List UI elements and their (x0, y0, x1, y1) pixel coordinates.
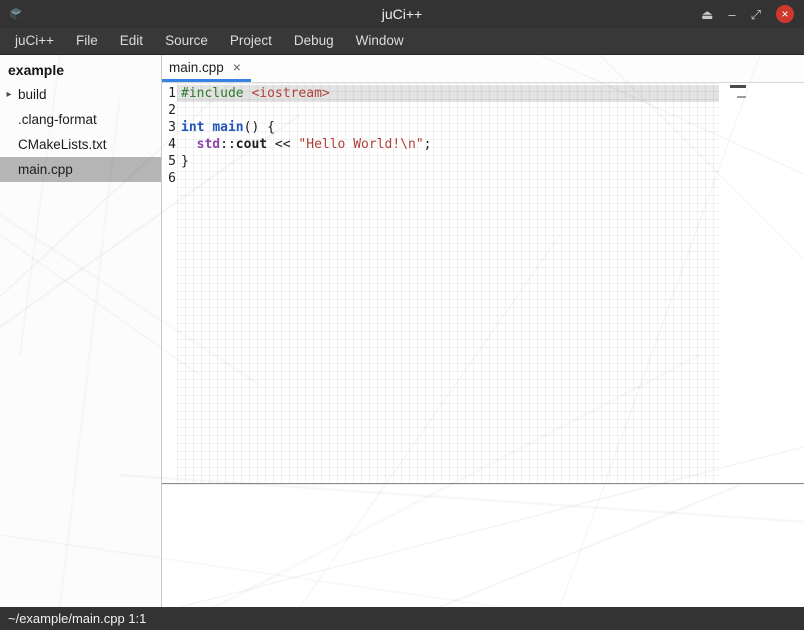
project-root-label: example (0, 55, 161, 82)
code-token: "Hello World!\n" (298, 137, 423, 152)
titlebar: juCi++ ⏏ – ⤢ × (0, 0, 804, 28)
code-line-5[interactable]: } (177, 153, 719, 170)
code-token: <iostream> (251, 86, 329, 101)
window-controls: ⏏ – ⤢ × (701, 5, 794, 23)
file-tree: example ▸build .clang-format CMakeLists.tx… (0, 55, 162, 607)
tree-item-cmakelists-txt[interactable]: CMakeLists.txt (0, 132, 161, 157)
window-title: juCi++ (382, 6, 422, 22)
tabbar: main.cpp × (162, 55, 804, 83)
line-number-gutter: 123456 (162, 83, 176, 483)
code-token: #include (181, 86, 244, 101)
main-area: main.cpp × 123456 #include <iostream>int… (162, 55, 804, 607)
app-logo-icon (8, 6, 24, 22)
tab-label: main.cpp (169, 60, 224, 75)
close-button[interactable]: × (776, 5, 794, 23)
restore-button[interactable]: ⤢ (751, 8, 761, 21)
menu-project[interactable]: Project (219, 28, 283, 54)
tree-item-label: build (18, 87, 47, 102)
statusbar: ~/example/main.cpp 1:1 (0, 607, 804, 630)
code-line-1[interactable]: #include <iostream> (177, 85, 719, 102)
code-token: cout (236, 137, 267, 152)
line-number: 4 (162, 136, 176, 153)
minimize-button[interactable]: – (728, 8, 735, 21)
code-token (181, 137, 197, 152)
code-token: main (212, 120, 243, 135)
tab-main-cpp[interactable]: main.cpp × (162, 55, 251, 82)
code-token: :: (220, 137, 236, 152)
output-panel[interactable] (162, 485, 804, 607)
code-token: ; (424, 137, 432, 152)
code-token: std (197, 137, 220, 152)
menu-file[interactable]: File (65, 28, 109, 54)
menu-debug[interactable]: Debug (283, 28, 345, 54)
code-token: << (267, 137, 298, 152)
file-tree-items: ▸build .clang-format CMakeLists.txt main.cp… (0, 82, 161, 182)
code-line-6[interactable] (177, 170, 719, 187)
menubar: juCi++FileEditSourceProjectDebugWindow (0, 28, 804, 55)
code-editor[interactable]: 123456 #include <iostream>int main() { s… (162, 83, 804, 483)
code-line-2[interactable] (177, 102, 719, 119)
tree-item-label: CMakeLists.txt (18, 137, 107, 152)
overview-mark (730, 85, 746, 88)
line-number: 1 (162, 85, 176, 102)
tree-item-clang-format[interactable]: .clang-format (0, 107, 161, 132)
expander-icon[interactable]: ▸ (0, 89, 18, 100)
tree-item-build[interactable]: ▸build (0, 82, 161, 107)
tab-close-icon[interactable]: × (233, 60, 241, 74)
code-token: } (181, 154, 189, 169)
code-line-3[interactable]: int main() { (177, 119, 719, 136)
line-number: 2 (162, 102, 176, 119)
content-area: example ▸build .clang-format CMakeLists.tx… (0, 55, 804, 607)
app-window: juCi++ ⏏ – ⤢ × juCi++FileEditSourceProje… (0, 0, 804, 630)
menu-juci[interactable]: juCi++ (4, 28, 65, 54)
menu-window[interactable]: Window (345, 28, 415, 54)
menu-edit[interactable]: Edit (109, 28, 154, 54)
line-number: 6 (162, 170, 176, 187)
overview-mark (737, 96, 746, 98)
tree-item-label: main.cpp (18, 162, 73, 177)
code-token: () { (244, 120, 275, 135)
line-number: 3 (162, 119, 176, 136)
statusbar-text: ~/example/main.cpp 1:1 (8, 611, 146, 626)
menu-source[interactable]: Source (154, 28, 219, 54)
code-area[interactable]: #include <iostream>int main() { std::cou… (177, 83, 719, 483)
line-number: 5 (162, 153, 176, 170)
scroll-overview[interactable] (726, 85, 746, 98)
tree-item-main-cpp[interactable]: main.cpp (0, 157, 161, 182)
code-token: int (181, 120, 204, 135)
tree-item-label: .clang-format (18, 112, 97, 127)
eject-button[interactable]: ⏏ (701, 8, 713, 21)
code-line-4[interactable]: std::cout << "Hello World!\n"; (177, 136, 719, 153)
